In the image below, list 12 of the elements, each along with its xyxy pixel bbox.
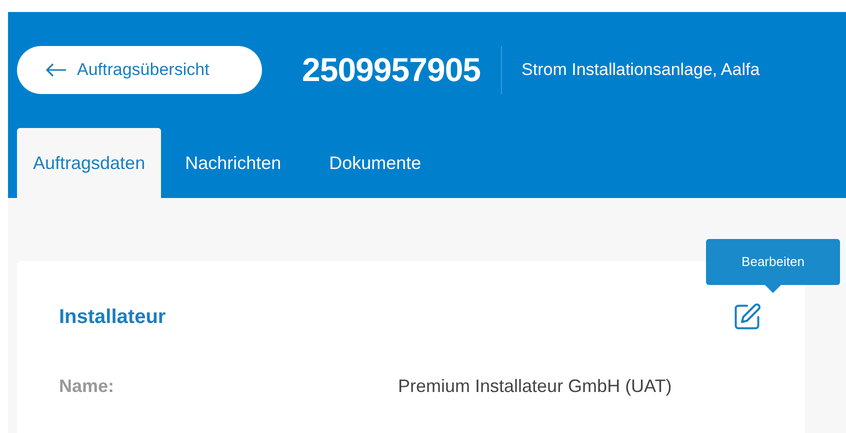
arrow-left-icon — [45, 63, 67, 77]
tooltip: Bearbeiten — [706, 239, 840, 293]
field-value: Premium Installateur GmbH (UAT) — [398, 375, 672, 398]
tab[interactable]: Auftragsdaten — [17, 128, 162, 198]
back-button[interactable]: Auftragsübersicht — [17, 46, 262, 94]
tab[interactable]: Nachrichten — [161, 128, 306, 198]
order-subtitle: Strom Installationsanlage, Aalfa — [522, 59, 760, 82]
field-label: Name: — [59, 375, 116, 398]
card-title: Installateur — [59, 305, 166, 330]
tab[interactable]: Dokumente — [305, 128, 446, 198]
order-number: 2509957905 — [302, 50, 481, 90]
edit-icon — [732, 302, 762, 332]
